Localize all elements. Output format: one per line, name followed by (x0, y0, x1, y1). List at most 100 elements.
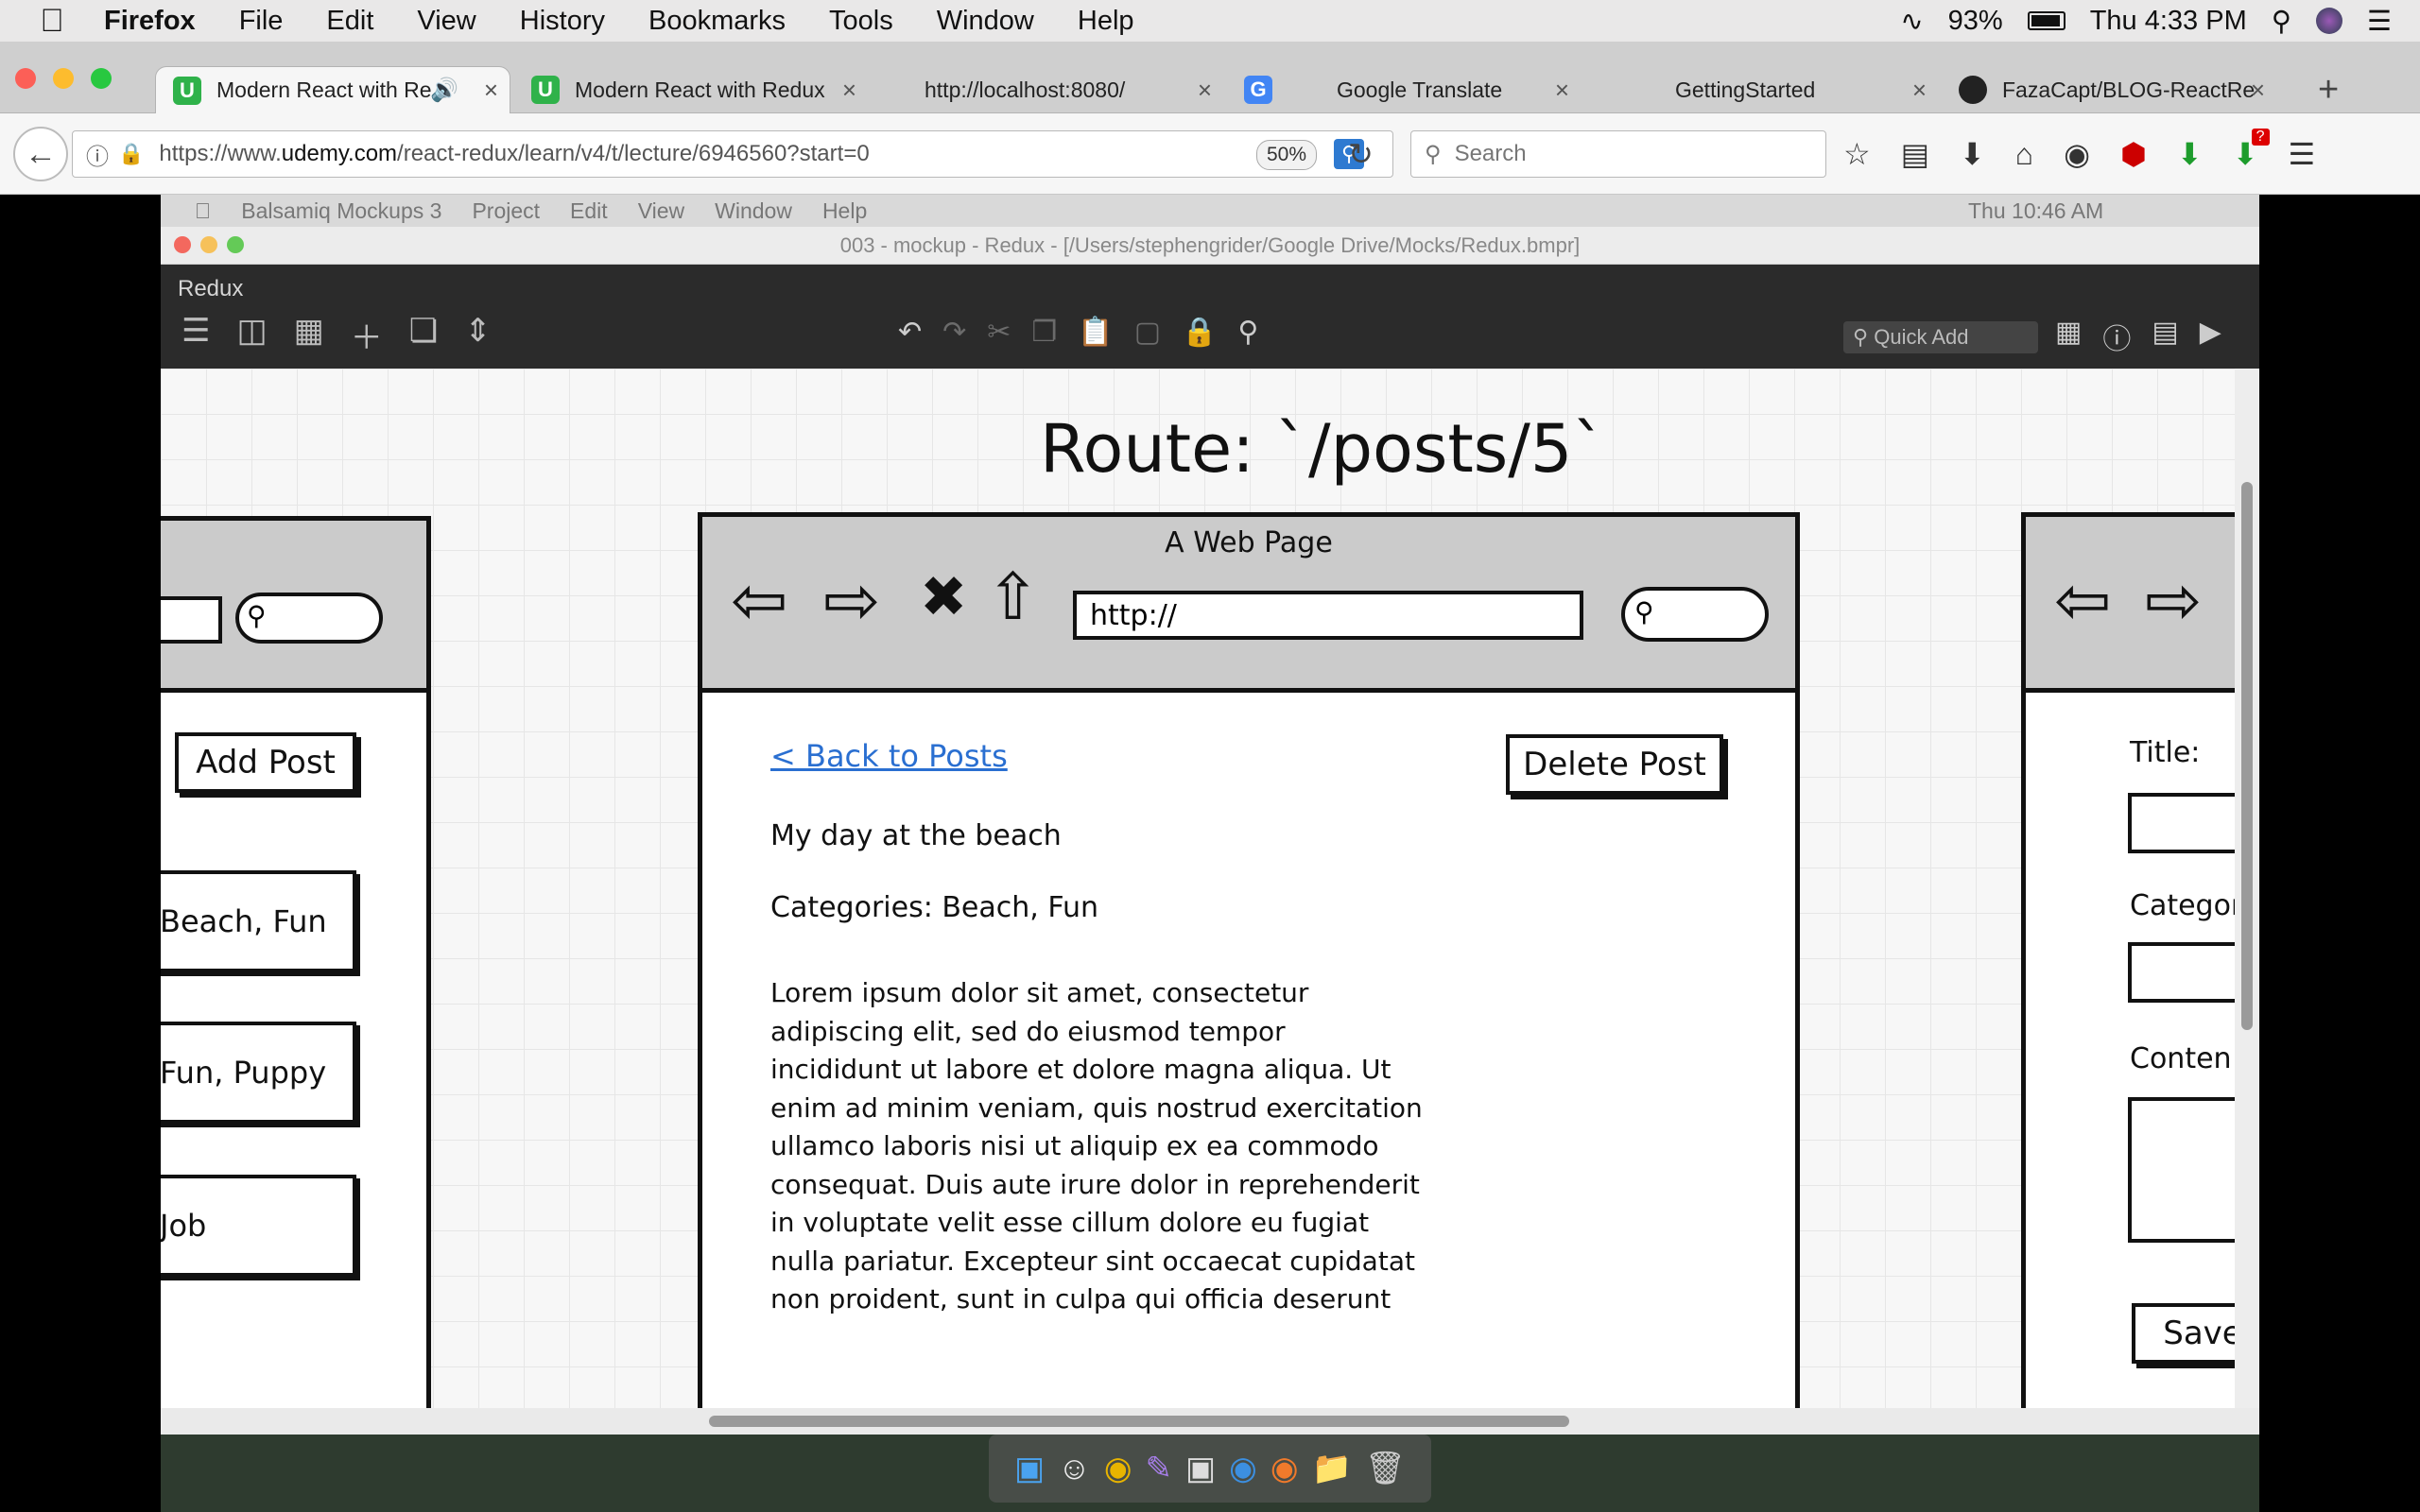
udemy-icon: U (173, 76, 201, 105)
close-tab-icon[interactable]: × (1198, 76, 1212, 105)
reading-list-icon[interactable]: ▤ (1901, 136, 1929, 172)
undo-icon: ↶ (898, 317, 923, 348)
downloads-icon[interactable]: ⬇ (1960, 136, 1985, 172)
pocket-icon[interactable]: ◉ (2064, 136, 2090, 172)
extension-download-icon[interactable]: ⬇? (2233, 129, 2270, 172)
bookmark-star-icon[interactable]: ☆ (1843, 136, 1871, 172)
close-tab-icon[interactable]: × (484, 76, 498, 105)
menu-edit[interactable]: Edit (326, 6, 373, 37)
emoji-icon: ☺ (1058, 1450, 1091, 1486)
browser-icon: ◉ (1229, 1451, 1257, 1486)
menu-help[interactable]: Help (1078, 6, 1134, 37)
copy-icon: ❐ (1031, 317, 1058, 348)
window-title-text: 003 - mockup - Redux - [/Users/stephengr… (839, 233, 1581, 257)
info-icon[interactable]: ⓘ (86, 138, 109, 171)
close-tab-icon[interactable]: × (842, 76, 856, 105)
left-post-item: Beach, Fun (161, 870, 356, 972)
balsamiq-menu-window: Window (698, 198, 792, 223)
reload-icon[interactable]: ↻ (1348, 136, 1374, 172)
new-tab-button[interactable]: + (2318, 70, 2339, 111)
search-input[interactable]: ⚲ Search (1410, 130, 1826, 178)
audio-icon[interactable]: 🔊 (430, 77, 458, 104)
menu-app-firefox[interactable]: Firefox (104, 6, 196, 37)
apple-icon[interactable]:  (0, 3, 104, 40)
battery-percent: 93% (1947, 5, 2003, 36)
group-icon: ▢ (1133, 317, 1162, 348)
zoom-level[interactable]: 50% (1255, 140, 1317, 170)
lock-icon[interactable]: 🔒 (118, 142, 144, 166)
tab-udemy-2[interactable]: U Modern React with Redux × (518, 66, 868, 113)
tab-udemy-active[interactable]: U Modern React with Re 🔊 × (155, 66, 510, 113)
tab-title: GettingStarted (1675, 77, 1816, 102)
wifi-icon[interactable]: ∿ (1900, 5, 1923, 38)
close-window-icon (174, 236, 191, 253)
tab-github[interactable]: FazaCapt/BLOG-ReactRe × (1945, 66, 2276, 113)
menu-window[interactable]: Window (937, 6, 1034, 37)
navigation-bar: ← ⓘ 🔒 https://www.udemy.com/react-redux/… (0, 113, 2420, 195)
tab-google-translate[interactable]: G Google Translate × (1231, 66, 1581, 113)
find-icon: ⚲ (1237, 317, 1259, 348)
download-green-icon[interactable]: ⬇ (2177, 136, 2203, 172)
balsamiq-menu-help: Help (805, 198, 867, 223)
adblock-icon[interactable]: ⬢ (2120, 136, 2147, 172)
home-icon[interactable]: ⌂ (2015, 137, 2033, 172)
recorded-screen:  Balsamiq Mockups 3 Project Edit View W… (161, 195, 2259, 1435)
center-mockup-frame: A Web Page ⇦ ⇨ ✖ ⇧ http:// ⚲ < Back to P… (698, 512, 1800, 1435)
tab-localhost[interactable]: http://localhost:8080/ × (875, 66, 1223, 113)
left-search-pill: ⚲ (235, 593, 383, 644)
url-text[interactable]: https://www.udemy.com/react-redux/learn/… (159, 141, 869, 167)
grid-icon: ▦ (293, 313, 324, 349)
hamburger-menu-icon[interactable]: ☰ (2289, 136, 2316, 172)
minimize-window-icon (200, 236, 217, 253)
extension-badge: ? (2251, 129, 2270, 146)
present-icon: ▶ (2199, 317, 2221, 348)
menu-icon: ☰ (182, 313, 211, 349)
pen-icon: ✎ (1145, 1451, 1173, 1486)
siri-icon[interactable] (2316, 8, 2342, 34)
clock[interactable]: Thu 4:33 PM (2090, 6, 2247, 37)
left-post-item: Fun, Puppy (161, 1022, 356, 1124)
categories-label: Categor (2130, 889, 2243, 922)
balsamiq-clock: Thu 10:46 AM (1968, 198, 2104, 223)
title-label: Title: (2130, 736, 2201, 769)
spotlight-search-icon[interactable]: ⚲ (2272, 5, 2291, 38)
menu-bookmarks[interactable]: Bookmarks (648, 6, 786, 37)
forward-arrow-icon: ⇨ (823, 560, 881, 640)
post-body-line: non proident, sunt in culpa qui officia … (770, 1283, 1392, 1314)
minimize-window-icon[interactable] (53, 68, 74, 89)
menu-file[interactable]: File (239, 6, 284, 37)
right-mockup-frame: ⇦ ⇨ Title: Categor Conten Save (2021, 512, 2259, 1435)
chrome-icon: ◉ (1103, 1451, 1132, 1486)
url-domain: udemy.com (281, 141, 398, 166)
redo-icon: ↷ (942, 317, 967, 348)
panel-icon: ◫ (236, 313, 268, 349)
search-icon: ⚲ (1634, 597, 1654, 627)
close-tab-icon[interactable]: × (1912, 76, 1927, 105)
balsamiq-menu-project: Project (456, 198, 540, 223)
zoom-window-icon[interactable] (91, 68, 112, 89)
canvas-horizontal-scrollbar (161, 1408, 2259, 1435)
tab-getting-started[interactable]: GettingStarted × (1588, 66, 1938, 113)
back-button[interactable]: ← (13, 127, 68, 181)
menu-tools[interactable]: Tools (829, 6, 893, 37)
home-icon: ⇧ (986, 560, 1040, 635)
scrollbar-thumb (709, 1416, 1569, 1427)
close-tab-icon[interactable]: × (1555, 76, 1569, 105)
balsamiq-edit-tools: ↶ ↷ ✂ ❐ 📋 ▢ 🔒 ⚲ (898, 316, 1258, 349)
tab-title: Google Translate (1337, 77, 1503, 102)
notification-center-icon[interactable]: ☰ (2367, 5, 2392, 38)
post-body-line: ullamco laboris nisi ut aliquip ex ea co… (770, 1130, 1379, 1161)
balsamiq-left-tools: ☰ ◫ ▦ ＋ ❏ ⇕ (182, 312, 492, 358)
close-tab-icon[interactable]: × (2251, 76, 2265, 105)
web-page-title: A Web Page (1165, 526, 1333, 559)
search-placeholder: Search (1454, 141, 1527, 166)
balsamiq-menubar:  Balsamiq Mockups 3 Project Edit View W… (161, 195, 2259, 227)
balsamiq-app-name: Redux (178, 276, 244, 301)
menu-view[interactable]: View (417, 6, 475, 37)
close-window-icon[interactable] (15, 68, 36, 89)
battery-icon[interactable] (2027, 11, 2066, 30)
url-bar[interactable]: ⓘ 🔒 https://www.udemy.com/react-redux/le… (72, 130, 1393, 178)
menu-history[interactable]: History (520, 6, 605, 37)
url-path: /react-redux/learn/v4/t/lecture/6946560?… (397, 141, 870, 166)
close-icon: ✖ (920, 564, 968, 630)
